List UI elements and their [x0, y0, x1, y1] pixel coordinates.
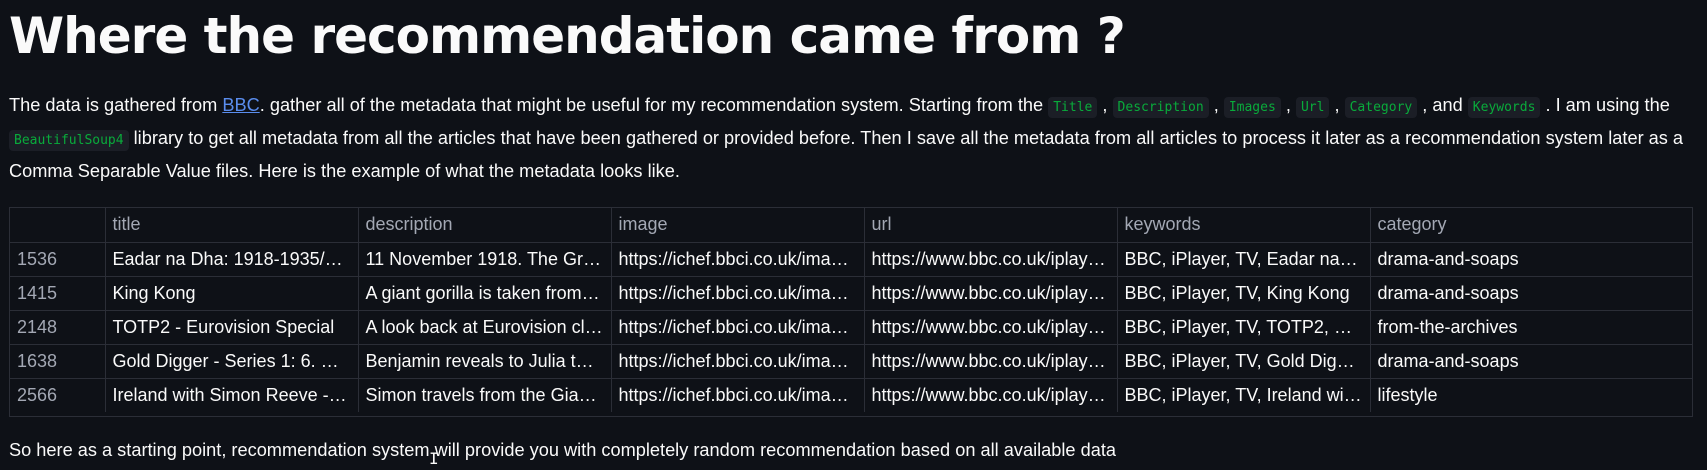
cell-category[interactable]: drama-and-soaps — [1370, 242, 1692, 277]
cell-keywords[interactable]: BBC, iPlayer, TV, TOTP2, Eur… — [1117, 310, 1371, 345]
metadata-dataframe[interactable]: title description image url keywords cat… — [9, 207, 1693, 417]
row-index[interactable]: 1638 — [10, 344, 106, 379]
table-row: 2566 Ireland with Simon Reeve - E… Simon… — [10, 378, 1692, 412]
column-header-url[interactable]: url — [864, 208, 1118, 243]
cell-url[interactable]: https://www.bbc.co.uk/iplay… — [864, 344, 1118, 379]
table-row: 1638 Gold Digger - Series 1: 6. Her … Be… — [10, 344, 1692, 379]
table-header-row: title description image url keywords cat… — [10, 208, 1692, 243]
cell-image[interactable]: https://ichef.bbci.co.uk/ima… — [611, 276, 865, 311]
cell-image[interactable]: https://ichef.bbci.co.uk/ima… — [611, 242, 865, 277]
table-row: 1536 Eadar na Dha: 1918-1935/Cla… 11 Nov… — [10, 242, 1692, 277]
code-images: Images — [1223, 97, 1281, 118]
text-cursor-icon: I — [429, 449, 439, 468]
cell-keywords[interactable]: BBC, iPlayer, TV, Gold Digger,… — [1117, 344, 1371, 379]
page-title: Where the recommendation came from ? — [9, 7, 1126, 65]
cell-title[interactable]: Eadar na Dha: 1918-1935/Cla… — [105, 242, 359, 277]
cell-url[interactable]: https://www.bbc.co.uk/iplay… — [864, 276, 1118, 311]
cell-title[interactable]: Ireland with Simon Reeve - E… — [105, 378, 359, 412]
table-row: 2148 TOTP2 - Eurovision Special A look b… — [10, 310, 1692, 345]
cell-description[interactable]: Benjamin reveals to Julia th… — [358, 344, 612, 379]
cell-image[interactable]: https://ichef.bbci.co.uk/ima… — [611, 378, 865, 412]
code-url: Url — [1295, 97, 1330, 118]
code-beautifulsoup4: BeautifulSoup4 — [9, 130, 129, 151]
cell-keywords[interactable]: BBC, iPlayer, TV, Eadar na Dh… — [1117, 242, 1371, 277]
intro-text: library to get all metadata from all the… — [9, 128, 1684, 181]
cell-description[interactable]: A giant gorilla is taken from … — [358, 276, 612, 311]
intro-separator: , — [1280, 95, 1296, 115]
column-header-title[interactable]: title — [105, 208, 359, 243]
column-header-image[interactable]: image — [611, 208, 865, 243]
row-index[interactable]: 2148 — [10, 310, 106, 345]
cell-image[interactable]: https://ichef.bbci.co.uk/ima… — [611, 310, 865, 345]
row-index[interactable]: 2566 — [10, 378, 106, 412]
code-title: Title — [1048, 97, 1098, 118]
cell-description[interactable]: A look back at Eurovision cla… — [358, 310, 612, 345]
main-content: Where the recommendation came from ? The… — [9, 0, 1701, 460]
intro-text: The data is gathered from — [9, 95, 223, 115]
cell-url[interactable]: https://www.bbc.co.uk/iplay… — [864, 378, 1118, 412]
bbc-link[interactable]: BBC — [222, 95, 259, 115]
cell-description[interactable]: Simon travels from the Giant… — [358, 378, 612, 412]
cell-url[interactable]: https://www.bbc.co.uk/iplay… — [864, 242, 1118, 277]
code-keywords: Keywords — [1467, 97, 1541, 118]
cell-keywords[interactable]: BBC, iPlayer, TV, King Kong — [1117, 276, 1371, 311]
intro-separator: , — [1329, 95, 1345, 115]
cell-category[interactable]: from-the-archives — [1370, 310, 1692, 345]
cell-category[interactable]: drama-and-soaps — [1370, 276, 1692, 311]
table-row: 1415 King Kong A giant gorilla is taken … — [10, 276, 1692, 311]
column-header-category[interactable]: category — [1370, 208, 1692, 243]
row-index[interactable]: 1536 — [10, 242, 106, 277]
metadata-table: title description image url keywords cat… — [10, 208, 1692, 412]
column-header-index[interactable] — [10, 208, 106, 243]
intro-separator: , and — [1417, 95, 1468, 115]
outro-paragraph: So here as a starting point, recommendat… — [9, 440, 1116, 460]
cell-url[interactable]: https://www.bbc.co.uk/iplay… — [864, 310, 1118, 345]
cell-title[interactable]: King Kong — [105, 276, 359, 311]
code-category: Category — [1344, 97, 1418, 118]
column-header-description[interactable]: description — [358, 208, 612, 243]
cell-title[interactable]: TOTP2 - Eurovision Special — [105, 310, 359, 345]
intro-text: . I am using the — [1540, 95, 1670, 115]
cell-category[interactable]: drama-and-soaps — [1370, 344, 1692, 379]
intro-separator: , — [1097, 95, 1113, 115]
cell-image[interactable]: https://ichef.bbci.co.uk/ima… — [611, 344, 865, 379]
cell-category[interactable]: lifestyle — [1370, 378, 1692, 412]
intro-text: . gather all of the metadata that might … — [259, 95, 1049, 115]
row-index[interactable]: 1415 — [10, 276, 106, 311]
cell-keywords[interactable]: BBC, iPlayer, TV, Ireland with… — [1117, 378, 1371, 412]
column-header-keywords[interactable]: keywords — [1117, 208, 1371, 243]
intro-separator: , — [1208, 95, 1224, 115]
code-description: Description — [1112, 97, 1209, 118]
cell-description[interactable]: 11 November 1918. The Grea… — [358, 242, 612, 277]
cell-title[interactable]: Gold Digger - Series 1: 6. Her … — [105, 344, 359, 379]
intro-paragraph: The data is gathered from BBC. gather al… — [9, 90, 1701, 187]
